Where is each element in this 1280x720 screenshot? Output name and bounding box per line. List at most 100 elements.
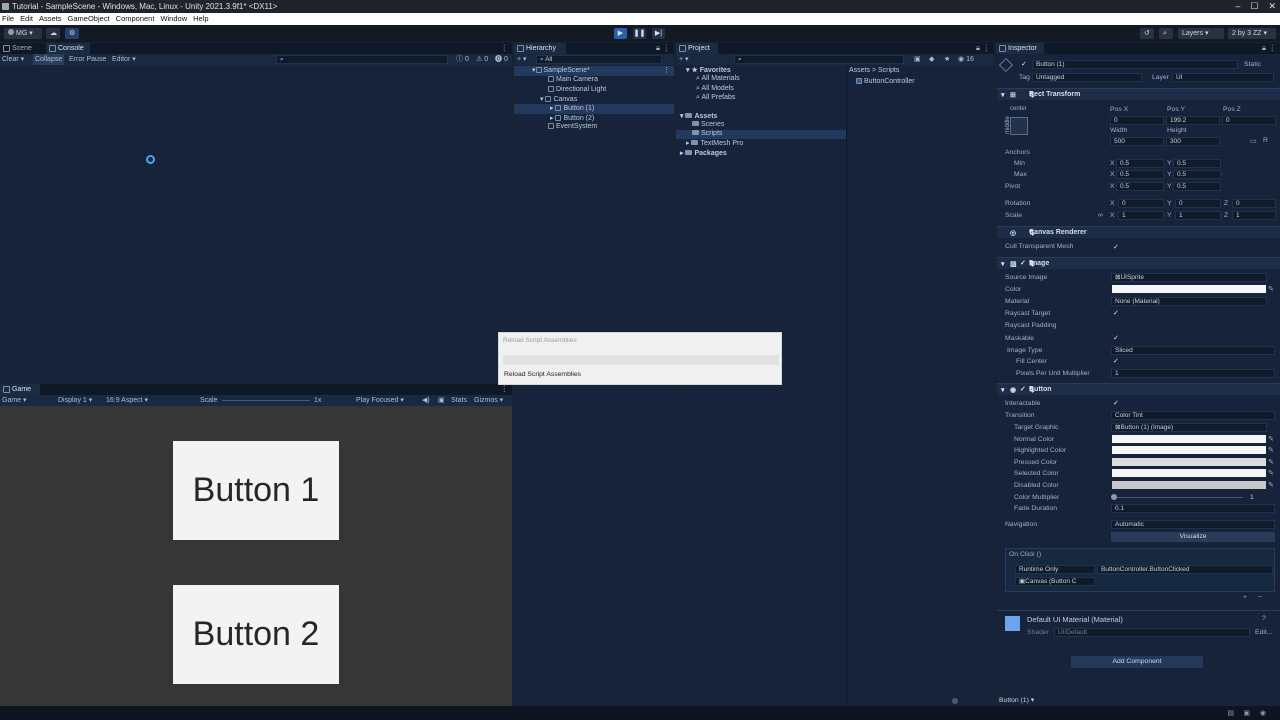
favorite-all-materials[interactable]: ⌕ All Materials bbox=[696, 75, 740, 83]
folder-textmesh-pro[interactable]: ▸ TextMesh Pro bbox=[686, 139, 743, 147]
eyedropper-icon[interactable]: ✎ bbox=[1268, 446, 1274, 454]
pivot-x-input[interactable]: 0.5 bbox=[1116, 182, 1164, 191]
remove-event-button[interactable]: − bbox=[1258, 594, 1262, 601]
function-dropdown[interactable]: ButtonController.ButtonClicked bbox=[1097, 565, 1273, 574]
game-button-2[interactable]: Button 2 bbox=[173, 585, 339, 684]
button-enabled-checkbox[interactable]: ✓ bbox=[1020, 385, 1026, 393]
anchor-preset-button[interactable] bbox=[1010, 117, 1028, 135]
history-icon[interactable]: ↺ bbox=[1140, 28, 1154, 39]
interactable-checkbox[interactable]: ✓ bbox=[1113, 399, 1119, 407]
tag-dropdown[interactable]: Untagged bbox=[1032, 73, 1142, 82]
inspector-lock-icon[interactable]: 🔒︎ bbox=[1262, 43, 1266, 53]
hierarchy-item-directional-light[interactable]: Directional Light bbox=[548, 86, 606, 93]
menu-component[interactable]: Component bbox=[116, 13, 155, 25]
hierarchy-search-input[interactable]: ⌕ All bbox=[536, 55, 662, 64]
scale-slider[interactable] bbox=[222, 400, 310, 401]
favorite-all-prefabs[interactable]: ⌕ All Prefabs bbox=[696, 94, 735, 102]
tab-inspector[interactable]: Inspector bbox=[996, 43, 1044, 54]
pivot-y-input[interactable]: 0.5 bbox=[1173, 182, 1221, 191]
collapse-button[interactable]: Collapse bbox=[33, 54, 65, 65]
close-button[interactable]: ✕ bbox=[1268, 0, 1276, 13]
shader-dropdown[interactable]: UI/Default bbox=[1054, 628, 1250, 637]
layer-dropdown[interactable]: UI bbox=[1172, 73, 1274, 82]
target-graphic-field[interactable]: ⊠Button (1) (Image) bbox=[1111, 423, 1267, 432]
active-checkbox[interactable]: ✓ bbox=[1021, 60, 1027, 68]
blueprint-mode-button[interactable]: ▭ bbox=[1250, 137, 1256, 145]
minimize-button[interactable]: – bbox=[1235, 0, 1240, 13]
eyedropper-icon[interactable]: ✎ bbox=[1268, 435, 1274, 443]
hierarchy-item-eventsystem[interactable]: EventSystem bbox=[548, 123, 597, 130]
image-type-dropdown[interactable]: Sliced bbox=[1111, 346, 1275, 355]
tab-hierarchy[interactable]: Hierarchy bbox=[514, 43, 566, 54]
status-icon-2[interactable]: ▣ bbox=[1243, 709, 1250, 717]
eyedropper-icon[interactable]: ✎ bbox=[1268, 481, 1274, 489]
ppu-input[interactable]: 1 bbox=[1111, 369, 1275, 378]
vsync-icon[interactable]: ▣ bbox=[438, 395, 445, 406]
width-input[interactable]: 500 bbox=[1110, 137, 1164, 146]
edit-shader-button[interactable]: Edit... bbox=[1255, 629, 1272, 636]
button-header[interactable]: Button ▾ ◉ ✓ ? ⇅ ⋮ bbox=[997, 383, 1280, 395]
menu-assets[interactable]: Assets bbox=[39, 13, 62, 25]
menu-gameobject[interactable]: GameObject bbox=[68, 13, 110, 25]
cull-transparent-checkbox[interactable]: ✓ bbox=[1113, 243, 1119, 251]
eyedropper-icon[interactable]: ✎ bbox=[1268, 469, 1274, 477]
raw-edit-button[interactable]: R bbox=[1263, 137, 1268, 144]
editor-dropdown[interactable]: Editor ▾ bbox=[112, 54, 136, 65]
normal-color-swatch[interactable] bbox=[1112, 435, 1266, 443]
constrain-proportions-icon[interactable]: ∞ bbox=[1098, 212, 1103, 219]
color-multiplier-slider[interactable] bbox=[1113, 497, 1243, 498]
transition-dropdown[interactable]: Color Tint bbox=[1111, 411, 1275, 420]
fill-center-checkbox[interactable]: ✓ bbox=[1113, 357, 1119, 365]
component-menu-icon[interactable]: ⋮ bbox=[1029, 386, 1274, 394]
folder-scripts[interactable]: Scripts bbox=[676, 130, 846, 139]
rotation-y-input[interactable]: 0 bbox=[1175, 199, 1221, 208]
material-help-icon[interactable]: ? bbox=[1262, 615, 1266, 622]
scene-more-icon[interactable]: ⋮ bbox=[663, 66, 670, 74]
menu-edit[interactable]: Edit bbox=[20, 13, 33, 25]
foldout-icon[interactable]: ▾ bbox=[1001, 91, 1005, 99]
anchor-max-y-input[interactable]: 0.5 bbox=[1173, 170, 1221, 179]
assets-folder[interactable]: ▾ Assets bbox=[680, 112, 717, 120]
layout-dropdown[interactable]: 2 by 3 ZZ ▾ bbox=[1228, 28, 1276, 39]
anchor-max-x-input[interactable]: 0.5 bbox=[1116, 170, 1164, 179]
object-name-input[interactable]: Button (1) bbox=[1032, 60, 1238, 69]
highlighted-color-swatch[interactable] bbox=[1112, 446, 1266, 454]
project-search-input[interactable]: ⌕ bbox=[734, 55, 904, 64]
favorite-filter-icon[interactable]: ★ bbox=[944, 54, 950, 65]
cloud-icon[interactable]: ☁ bbox=[46, 28, 60, 39]
anchor-min-x-input[interactable]: 0.5 bbox=[1116, 159, 1164, 168]
tab-project[interactable]: Project bbox=[676, 43, 718, 54]
hierarchy-item-canvas[interactable]: ▾ Canvas bbox=[540, 95, 577, 103]
game-view-dropdown[interactable]: Game ▾ bbox=[2, 395, 27, 406]
pos-x-input[interactable]: 0 bbox=[1110, 116, 1164, 125]
project-more-icon[interactable]: ⋮ bbox=[983, 43, 991, 52]
image-enabled-checkbox[interactable]: ✓ bbox=[1020, 259, 1026, 267]
search-filter-icon[interactable]: ▣ bbox=[914, 54, 921, 65]
hierarchy-more-icon[interactable]: ⋮ bbox=[663, 43, 671, 52]
status-icon-3[interactable]: ◉ bbox=[1260, 709, 1266, 717]
hierarchy-item-button-1[interactable]: ▸ Button (1) bbox=[514, 104, 674, 114]
tab-game[interactable]: Game bbox=[0, 384, 40, 395]
label-filter-icon[interactable]: ◆ bbox=[929, 54, 934, 65]
clear-button[interactable]: Clear ▾ bbox=[2, 54, 24, 65]
rect-transform-header[interactable]: Rect Transform ▾ ⊞ ? ⇅ ⋮ bbox=[997, 88, 1280, 100]
folder-scenes[interactable]: Scenes bbox=[692, 121, 724, 128]
navigation-dropdown[interactable]: Automatic bbox=[1111, 520, 1275, 529]
create-dropdown[interactable]: + ▾ bbox=[517, 54, 527, 65]
anchor-min-y-input[interactable]: 0.5 bbox=[1173, 159, 1221, 168]
project-create-dropdown[interactable]: + ▾ bbox=[679, 54, 689, 65]
play-focused-dropdown[interactable]: Play Focused ▾ bbox=[356, 395, 404, 406]
game-button-1[interactable]: Button 1 bbox=[173, 441, 339, 540]
rotation-z-input[interactable]: 0 bbox=[1232, 199, 1276, 208]
hierarchy-item-button-2[interactable]: ▸ Button (2) bbox=[550, 114, 594, 122]
search-icon[interactable]: ⌕ bbox=[1159, 28, 1173, 39]
pause-button[interactable]: ❚❚ bbox=[633, 28, 646, 39]
pos-y-input[interactable]: 199.2 bbox=[1166, 116, 1220, 125]
source-image-field[interactable]: ⊠UISprite bbox=[1111, 273, 1267, 282]
breadcrumb[interactable]: Assets > Scripts bbox=[849, 67, 899, 74]
material-field[interactable]: None (Material) bbox=[1111, 297, 1267, 306]
event-object-field[interactable]: ▣Canvas (Button C bbox=[1015, 577, 1095, 586]
color-swatch[interactable] bbox=[1112, 285, 1266, 293]
maskable-checkbox[interactable]: ✓ bbox=[1113, 334, 1119, 342]
account-button[interactable]: MG ▾ bbox=[4, 28, 42, 39]
